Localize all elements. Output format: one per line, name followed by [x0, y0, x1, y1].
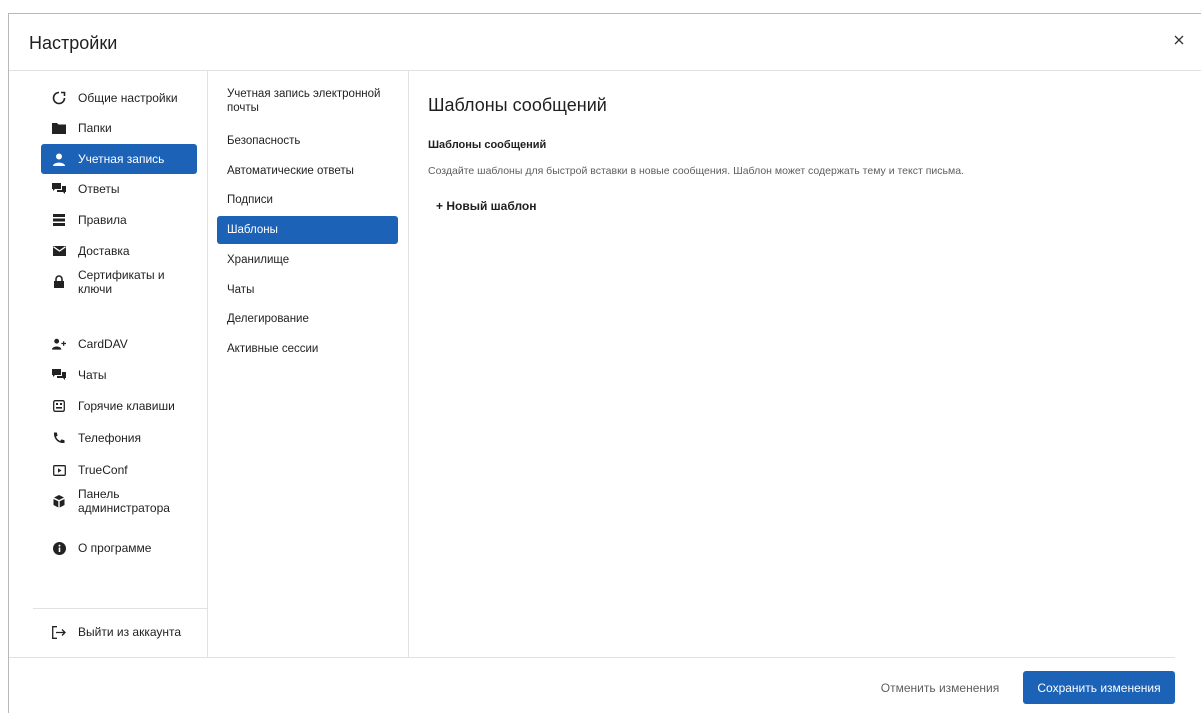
nav-item-label: Правила — [78, 213, 127, 227]
chat-icon — [52, 182, 66, 196]
cancel-button[interactable]: Отменить изменения — [870, 673, 1010, 703]
page-title: Шаблоны сообщений — [428, 95, 607, 115]
nav-item-hotkeys[interactable]: Горячие клавиши — [41, 391, 197, 421]
footer-divider — [9, 657, 1175, 658]
nav-item-certificates[interactable]: Сертификаты и ключи — [41, 264, 197, 300]
nav-item-label: Ответы — [78, 182, 120, 196]
nav-item-label: Сертификаты и ключи — [78, 268, 165, 296]
nav-item-telephony[interactable]: Телефония — [41, 423, 197, 453]
subnav-item-delegation[interactable]: Делегирование — [217, 305, 398, 333]
info-icon — [52, 541, 66, 555]
save-button[interactable]: Сохранить изменения — [1023, 671, 1175, 704]
nav-item-trueconf[interactable]: TrueConf — [41, 455, 197, 485]
nav-item-carddav[interactable]: CardDAV — [41, 329, 197, 359]
subnav-item-security[interactable]: Безопасность — [217, 127, 398, 155]
settings-nav: Общие настройки Папки Учетная запись Отв… — [33, 71, 208, 657]
subnav-item-label: Шаблоны — [227, 224, 278, 236]
nav-item-label: Доставка — [78, 244, 130, 258]
logout-icon — [52, 625, 66, 639]
subnav-item-label: Безопасность — [227, 135, 301, 147]
nav-item-delivery[interactable]: Доставка — [41, 236, 197, 266]
nav-item-folders[interactable]: Папки — [41, 113, 197, 143]
nav-item-label: TrueConf — [78, 463, 128, 477]
lock-icon — [52, 275, 66, 289]
subnav-item-storage[interactable]: Хранилище — [217, 246, 398, 274]
nav-item-label: Чаты — [78, 368, 107, 382]
subnav-item-label: Активные сессии — [227, 343, 319, 355]
nav-divider — [33, 608, 207, 609]
nav-item-label: Горячие клавиши — [78, 399, 175, 413]
nav-item-label: Телефония — [78, 431, 141, 445]
add-user-icon — [52, 337, 66, 351]
logout-label: Выйти из аккаунта — [78, 625, 182, 639]
account-subnav: Учетная запись электронной почты Безопас… — [208, 71, 409, 657]
phone-icon — [52, 431, 66, 445]
nav-item-replies[interactable]: Ответы — [41, 174, 197, 204]
nav-item-account[interactable]: Учетная запись — [41, 144, 197, 174]
envelope-icon — [52, 244, 66, 258]
admin-icon — [52, 494, 66, 508]
subnav-item-chats[interactable]: Чаты — [217, 276, 398, 304]
nav-item-label: Панель администратора — [78, 487, 170, 515]
folder-icon — [52, 121, 66, 135]
nav-item-label: Папки — [78, 121, 112, 135]
subnav-item-signatures[interactable]: Подписи — [217, 186, 398, 214]
settings-dialog: Настройки Общие настройки Папки Учетная … — [8, 13, 1201, 713]
subnav-item-label: Автоматические ответы — [227, 165, 354, 177]
nav-item-label: Общие настройки — [78, 91, 178, 105]
video-icon — [52, 463, 66, 477]
subnav-item-label: Учетная запись электронной почты — [227, 88, 381, 114]
nav-item-about[interactable]: О программе — [41, 533, 197, 563]
rules-icon — [52, 213, 66, 227]
subnav-item-email-account[interactable]: Учетная запись электронной почты — [217, 84, 398, 120]
nav-item-general[interactable]: Общие настройки — [41, 83, 197, 113]
logout-button[interactable]: Выйти из аккаунта — [41, 617, 197, 647]
user-icon — [52, 152, 66, 166]
keyboard-icon — [52, 399, 66, 413]
chat-icon — [52, 368, 66, 382]
subnav-item-auto-replies[interactable]: Автоматические ответы — [217, 157, 398, 185]
subnav-item-templates[interactable]: Шаблоны — [217, 216, 398, 244]
subnav-item-active-sessions[interactable]: Активные сессии — [217, 335, 398, 363]
subnav-item-label: Хранилище — [227, 254, 290, 266]
dialog-title: Настройки — [29, 33, 118, 53]
nav-item-label: Учетная запись — [78, 152, 165, 166]
nav-item-label: О программе — [78, 541, 152, 555]
nav-item-chats[interactable]: Чаты — [41, 360, 197, 390]
section-title: Шаблоны сообщений — [428, 139, 547, 151]
nav-item-admin-panel[interactable]: Панель администратора — [41, 483, 197, 519]
nav-item-rules[interactable]: Правила — [41, 205, 197, 235]
nav-item-label: CardDAV — [78, 337, 128, 351]
close-icon[interactable] — [1171, 32, 1187, 48]
settings-icon — [52, 91, 66, 105]
subnav-item-label: Подписи — [227, 194, 273, 206]
subnav-item-label: Делегирование — [227, 313, 309, 325]
section-description: Создайте шаблоны для быстрой вставки в н… — [428, 165, 964, 177]
subnav-item-label: Чаты — [227, 284, 255, 296]
new-template-button[interactable]: + Новый шаблон — [436, 199, 537, 213]
